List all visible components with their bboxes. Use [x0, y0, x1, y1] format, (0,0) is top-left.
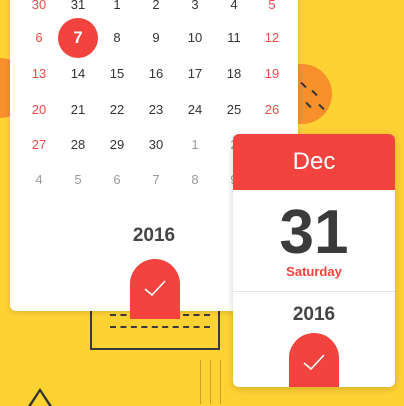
calendar-day[interactable]: 5 — [253, 0, 291, 16]
calendar-day[interactable]: 4 — [215, 0, 253, 16]
calendar-confirm-button[interactable] — [130, 259, 180, 319]
selected-day: 31 — [279, 198, 349, 267]
calendar-day[interactable]: 27 — [20, 134, 58, 156]
calendar-day[interactable]: 29 — [98, 134, 136, 156]
calendar-day[interactable]: 11 — [215, 27, 253, 49]
calendar-day[interactable]: 6 — [98, 169, 136, 191]
calendar-day[interactable]: 3 — [176, 0, 214, 16]
calendar-day-selected[interactable]: 7 — [58, 18, 98, 58]
calendar-day[interactable]: 25 — [215, 99, 253, 121]
calendar-day[interactable]: 24 — [176, 99, 214, 121]
calendar-day[interactable]: 9 — [137, 27, 175, 49]
date-confirm-button[interactable] — [289, 333, 339, 387]
calendar-day[interactable]: 21 — [59, 99, 97, 121]
calendar-day[interactable]: 22 — [98, 99, 136, 121]
calendar-day[interactable]: 15 — [98, 63, 136, 85]
calendar-day[interactable]: 30 — [137, 134, 175, 156]
decorative-dotted-line — [110, 326, 210, 328]
calendar-day[interactable]: 12 — [253, 27, 291, 49]
calendar-day[interactable]: 19 — [253, 63, 291, 85]
calendar-day[interactable]: 8 — [176, 169, 214, 191]
calendar-day[interactable]: 7 — [137, 169, 175, 191]
check-icon — [303, 354, 325, 371]
month-header: Dec — [233, 134, 395, 190]
decorative-line — [210, 360, 211, 404]
calendar-day[interactable]: 18 — [215, 63, 253, 85]
calendar-day[interactable]: 13 — [20, 63, 58, 85]
calendar-day[interactable]: 28 — [59, 134, 97, 156]
calendar-day[interactable]: 17 — [176, 63, 214, 85]
calendar-day[interactable]: 2 — [137, 0, 175, 16]
calendar-day[interactable]: 26 — [253, 99, 291, 121]
check-icon — [144, 280, 166, 297]
calendar-day[interactable]: 20 — [20, 99, 58, 121]
calendar-day[interactable]: 1 — [176, 134, 214, 156]
calendar-day[interactable]: 10 — [176, 27, 214, 49]
divider — [233, 291, 395, 292]
calendar-day[interactable]: 30 — [20, 0, 58, 16]
calendar-day[interactable]: 23 — [137, 99, 175, 121]
selected-year: 2016 — [292, 304, 336, 325]
selected-weekday: Saturday — [286, 264, 342, 279]
date-detail-card: Dec 31 Saturday 2016 — [233, 134, 395, 387]
calendar-day[interactable]: 16 — [137, 63, 175, 85]
calendar-day[interactable]: 5 — [59, 169, 97, 191]
calendar-day[interactable]: 31 — [59, 0, 97, 16]
calendar-day[interactable]: 1 — [98, 0, 136, 16]
decorative-line — [200, 360, 201, 404]
calendar-day[interactable]: 14 — [59, 63, 97, 85]
calendar-day[interactable]: 6 — [20, 27, 58, 49]
decorative-line — [220, 360, 221, 404]
calendar-day[interactable]: 4 — [20, 169, 58, 191]
calendar-day[interactable]: 8 — [98, 27, 136, 49]
